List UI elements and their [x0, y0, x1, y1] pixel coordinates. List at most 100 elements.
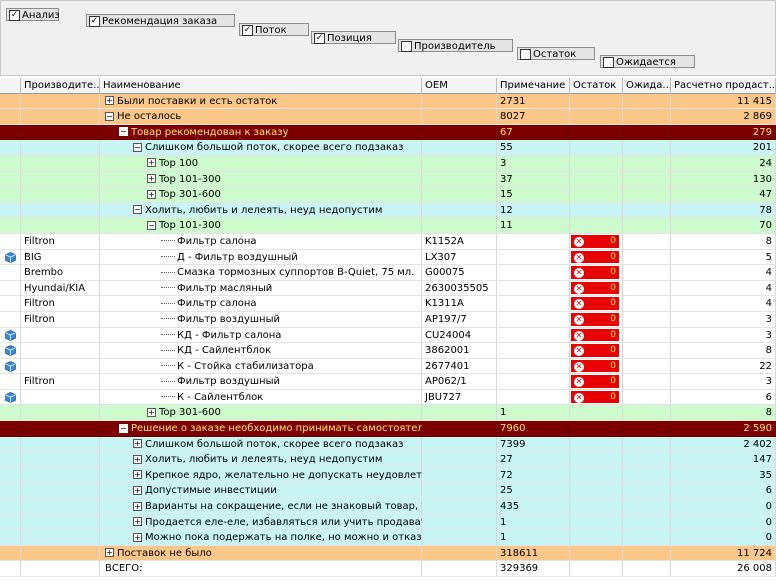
- group-row[interactable]: + Поставок не было 318611 11 724: [0, 545, 776, 562]
- column-header-maker[interactable]: Производите...: [21, 78, 100, 94]
- oem-cell: [422, 561, 497, 577]
- table-row[interactable]: К - Стойка стабилизатора 2677401 ✕ 0 22: [0, 358, 776, 375]
- expected-cell: [623, 561, 671, 577]
- group-row[interactable]: + Top 301-600 1 8: [0, 405, 776, 422]
- column-header-oem[interactable]: OEM: [422, 78, 497, 94]
- expand-icon[interactable]: +: [133, 470, 142, 480]
- row-name: Top 101-300: [159, 220, 221, 232]
- expand-icon[interactable]: +: [147, 189, 156, 199]
- group-row[interactable]: + Top 301-600 15 47: [0, 187, 776, 203]
- stock-cell: ✕ 0: [570, 358, 623, 375]
- row-name: К - Стойка стабилизатора: [177, 360, 314, 372]
- group-row[interactable]: + Были поставки и есть остаток 2731 11 415: [0, 93, 776, 110]
- group-chip[interactable]: ✓ Поток: [239, 23, 309, 36]
- group-chip-checkbox[interactable]: ✓: [242, 25, 253, 36]
- note-cell: [497, 249, 570, 266]
- group-row[interactable]: − Решение о заказе необходимо принимать с…: [0, 421, 776, 437]
- group-row[interactable]: + Крепкое ядро, желательно не допускать н…: [0, 467, 776, 484]
- row-name: КД - Фильтр салона: [177, 329, 282, 341]
- column-header-name[interactable]: Наименование: [100, 78, 422, 94]
- column-header-expected[interactable]: Ожида...: [623, 78, 671, 94]
- table-row[interactable]: Filtron Фильтр салона K1152A ✕ 0 8: [0, 233, 776, 250]
- collapse-icon[interactable]: −: [119, 127, 128, 137]
- group-chip-checkbox[interactable]: ✓: [314, 33, 325, 44]
- stock-alert-badge: ✕ 0: [571, 328, 619, 342]
- group-row[interactable]: − Холить, любить и лелеять, неуд недопуст…: [0, 202, 776, 219]
- group-chip-checkbox[interactable]: [520, 49, 531, 60]
- table-row[interactable]: КД - Фильтр салона CU24004 ✕ 0 3: [0, 327, 776, 344]
- row-name: Слишком большой поток, скорее всего подз…: [145, 142, 404, 154]
- expand-icon[interactable]: +: [147, 174, 156, 184]
- group-row[interactable]: + Слишком большой поток, скорее всего под…: [0, 436, 776, 453]
- grid-header-row: Производите... Наименование OEM Примечан…: [0, 78, 776, 94]
- group-chip-checkbox[interactable]: [603, 57, 614, 68]
- stock-value: 0: [610, 329, 616, 340]
- collapse-icon[interactable]: −: [119, 423, 128, 433]
- table-row[interactable]: Hyundai/KIA Фильтр масляный 2630035505 ✕ 0 4: [0, 280, 776, 297]
- group-row[interactable]: + Допустимые инвестиции 25 6: [0, 483, 776, 500]
- tree-connector: [161, 349, 175, 351]
- row-icon-cell: [0, 140, 21, 156]
- table-row[interactable]: Brembo Смазка тормозных суппортов B-Quiet…: [0, 265, 776, 281]
- collapse-icon[interactable]: −: [147, 220, 156, 230]
- expand-icon[interactable]: +: [133, 532, 142, 542]
- expand-icon[interactable]: +: [147, 158, 156, 168]
- group-row[interactable]: + Варианты на сокращение, если не знаковы…: [0, 499, 776, 515]
- expand-icon[interactable]: +: [133, 501, 142, 511]
- table-row[interactable]: BIG Д - Фильтр воздушный LX307 ✕ 0 5: [0, 249, 776, 266]
- column-header-note[interactable]: Примечание: [497, 78, 570, 94]
- expand-icon[interactable]: +: [105, 96, 114, 106]
- table-row[interactable]: Filtron Фильтр воздушный AP197/7 ✕ 0 3: [0, 311, 776, 328]
- group-row[interactable]: − Top 101-300 11 70: [0, 218, 776, 234]
- group-chip-checkbox[interactable]: ✓: [89, 16, 100, 27]
- group-row[interactable]: + Холить, любить и лелеять, неуд недопуст…: [0, 452, 776, 468]
- expand-icon[interactable]: +: [133, 454, 142, 464]
- name-cell: + Холить, любить и лелеять, неуд недопуст…: [100, 452, 422, 468]
- group-row[interactable]: + Продается еле-еле, избавляться или учит…: [0, 514, 776, 531]
- row-icon-cell: [0, 202, 21, 219]
- column-header-estimated-sales[interactable]: Расчетно продаст...: [671, 78, 776, 94]
- row-name: Top 301-600: [159, 189, 221, 201]
- expand-icon[interactable]: +: [105, 548, 114, 558]
- expand-icon[interactable]: +: [133, 517, 142, 527]
- tree-connector: [161, 287, 175, 289]
- stock-alert-badge: ✕ 0: [571, 250, 619, 264]
- name-cell: + Слишком большой поток, скорее всего под…: [100, 436, 422, 453]
- group-row[interactable]: + Top 101-300 37 130: [0, 171, 776, 188]
- stock-cell: [570, 530, 623, 546]
- row-icon-cell: [0, 483, 21, 500]
- collapse-icon[interactable]: −: [105, 111, 114, 121]
- table-row[interactable]: Filtron Фильтр салона K1311A ✕ 0 4: [0, 296, 776, 312]
- column-header-stock[interactable]: Остаток: [570, 78, 623, 94]
- expected-cell: [623, 296, 671, 312]
- oem-cell: [422, 545, 497, 562]
- group-row[interactable]: + Top 100 3 24: [0, 155, 776, 172]
- table-row[interactable]: К - Сайлентблок JBU727 ✕ 0 6: [0, 389, 776, 406]
- stock-cell: [570, 171, 623, 188]
- group-row[interactable]: ВСЕГО: 329369 26 008: [0, 561, 776, 577]
- collapse-icon[interactable]: −: [133, 205, 142, 215]
- expand-icon[interactable]: +: [133, 485, 142, 495]
- group-row[interactable]: + Можно пока подержать на полке, но можно…: [0, 530, 776, 546]
- row-icon-cell: [0, 296, 21, 312]
- tree-connector: [161, 380, 175, 382]
- expand-icon[interactable]: +: [147, 407, 156, 417]
- table-row[interactable]: КД - Сайлентблок 3862001 ✕ 0 8: [0, 343, 776, 359]
- group-chip[interactable]: ✓ Анализ: [6, 8, 60, 21]
- group-chip[interactable]: Производитель: [398, 39, 513, 52]
- group-chip[interactable]: Ожидается: [600, 55, 695, 68]
- stock-cell: [570, 452, 623, 468]
- group-chip[interactable]: Остаток: [517, 47, 595, 60]
- group-row[interactable]: − Товар рекомендован к заказу 67 279: [0, 124, 776, 141]
- note-cell: 7399: [497, 436, 570, 453]
- collapse-icon[interactable]: −: [133, 142, 142, 152]
- table-row[interactable]: Filtron Фильтр воздушный AP062/1 ✕ 0 3: [0, 374, 776, 390]
- group-chip-checkbox[interactable]: ✓: [9, 10, 20, 21]
- group-chip-checkbox[interactable]: [401, 41, 412, 52]
- group-chip[interactable]: ✓ Рекомендация заказа: [86, 14, 235, 27]
- group-row[interactable]: − Не осталось 8027 2 869: [0, 109, 776, 125]
- group-chip[interactable]: ✓ Позиция: [311, 31, 396, 44]
- group-chip-label: Позиция: [327, 33, 372, 44]
- group-row[interactable]: − Слишком большой поток, скорее всего под…: [0, 140, 776, 156]
- expand-icon[interactable]: +: [133, 439, 142, 449]
